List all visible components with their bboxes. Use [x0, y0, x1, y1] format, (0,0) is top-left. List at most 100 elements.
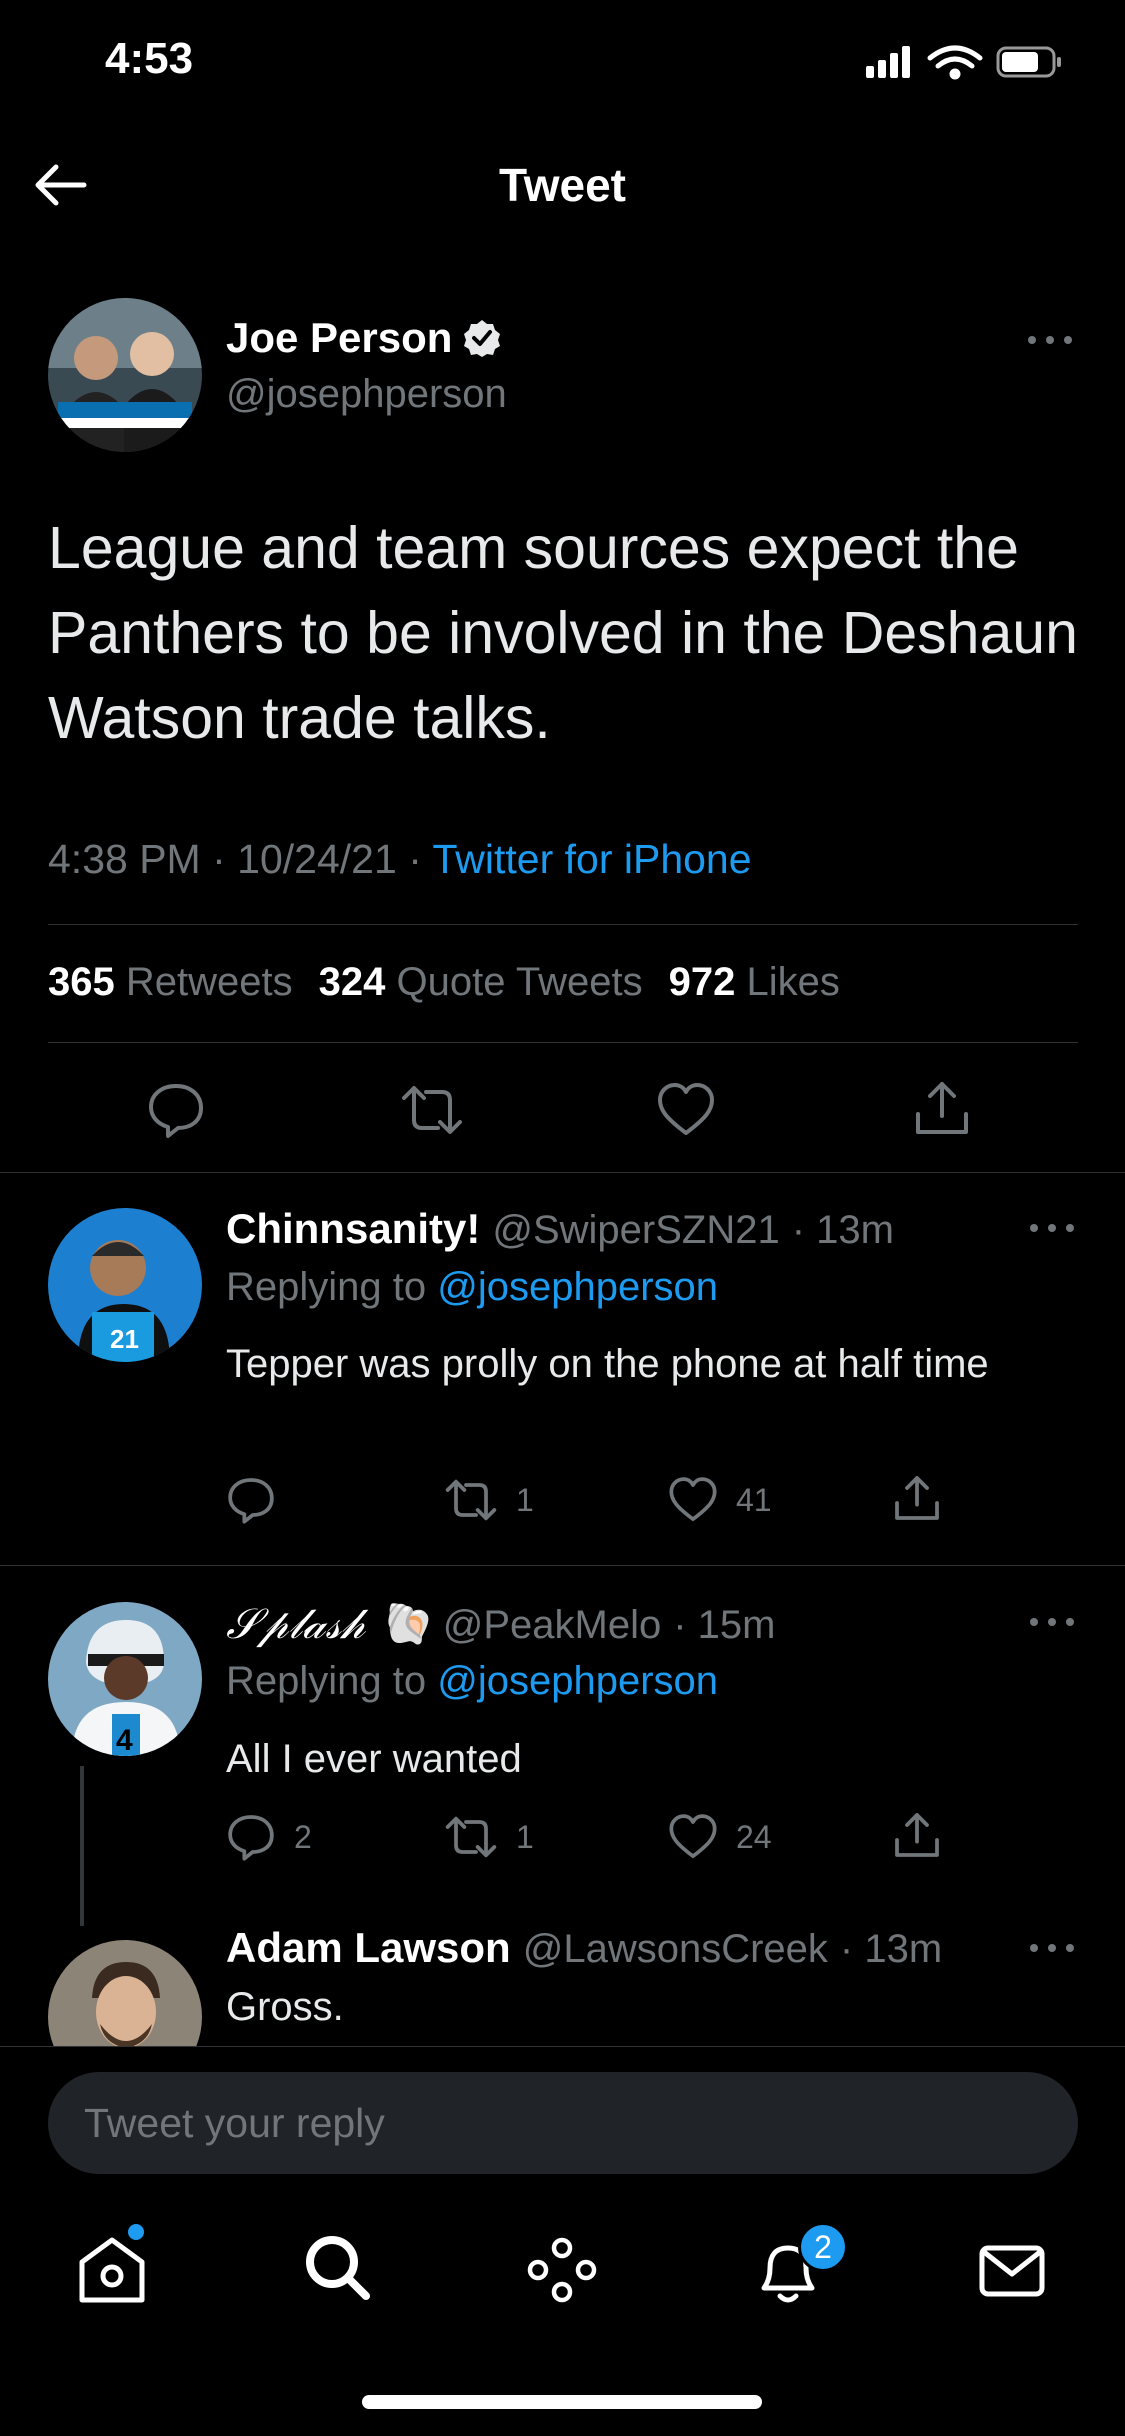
replying-to-prefix: Replying to [226, 1659, 427, 1703]
reply-text: All I ever wanted [226, 1737, 522, 1781]
nav-home[interactable] [72, 2230, 152, 2310]
wifi-icon [927, 45, 983, 80]
retweets-label: Retweets [125, 960, 293, 1004]
divider [0, 1565, 1125, 1566]
notification-badge: 2 [798, 2222, 848, 2272]
quote-tweets-label: Quote Tweets [396, 960, 643, 1004]
retweet-count: 1 [516, 1818, 534, 1855]
share-button[interactable] [912, 1078, 972, 1138]
reply-author-name[interactable]: Chinnsanity! [226, 1205, 480, 1253]
retweet-icon [402, 1086, 462, 1134]
cellular-signal-icon [866, 46, 910, 78]
replying-to: Replying to @josephperson [226, 1659, 718, 1704]
replying-to-prefix: Replying to [226, 1265, 427, 1309]
reply-clip: Adam Lawson @LawsonsCreek · 13m Gross. [0, 1930, 1125, 2046]
replying-to-handle[interactable]: @josephperson [437, 1265, 718, 1309]
replying-to: Replying to @josephperson [226, 1265, 718, 1310]
retweets-count: 365 [48, 960, 115, 1004]
reply-avatar[interactable]: 4 [48, 1602, 202, 1756]
likes-label: Likes [746, 960, 840, 1004]
status-icons [860, 40, 1070, 84]
likes-stat[interactable]: 972 Likes [669, 960, 840, 1005]
thread-line [80, 1766, 84, 1926]
retweet-button[interactable] [400, 1080, 462, 1140]
reply-count: 2 [294, 1818, 312, 1855]
tweet-source-link[interactable]: Twitter for iPhone [433, 836, 752, 882]
reply-author-handle[interactable]: @SwiperSZN21 [492, 1208, 779, 1253]
reply-retweet-button[interactable]: 1 [444, 1812, 534, 1862]
author-name-text: Joe Person [226, 314, 453, 361]
reply-avatar[interactable] [48, 1940, 202, 2046]
battery-icon [996, 46, 1061, 78]
reply-author-name[interactable]: 𝒮𝓅𝓁𝒶𝓈𝒽 🐚 [226, 1599, 431, 1649]
more-options-icon[interactable] [1022, 1938, 1082, 1958]
more-options-icon[interactable] [1020, 330, 1080, 350]
reply-text: Gross. [226, 1985, 344, 2029]
tweet-time: 4:38 PM [48, 836, 201, 882]
reply-icon [149, 1084, 203, 1138]
reply-header: Chinnsanity! @SwiperSZN21 · 13m [226, 1205, 894, 1253]
reply-share-button[interactable] [892, 1473, 942, 1523]
reply-like-button[interactable]: 41 [668, 1475, 772, 1525]
likes-count: 972 [668, 960, 736, 1004]
heart-icon [658, 1083, 714, 1135]
reply-button[interactable] [146, 1080, 206, 1140]
replying-to-handle[interactable]: @josephperson [437, 1659, 718, 1703]
author-name[interactable]: Joe Person [226, 314, 502, 362]
tweet-meta: 4:38 PM · 10/24/21 · Twitter for iPhone [48, 836, 752, 883]
retweet-icon [445, 1479, 497, 1521]
reply-like-button[interactable]: 24 [668, 1812, 772, 1862]
divider [0, 1172, 1125, 1173]
divider [48, 1042, 1078, 1043]
reply-share-button[interactable] [892, 1810, 942, 1860]
nav-search[interactable] [298, 2228, 378, 2308]
svg-text:21: 21 [110, 1324, 139, 1354]
reply-author-handle[interactable]: @PeakMelo [443, 1603, 661, 1648]
home-indicator [362, 2395, 762, 2409]
tweet-stats: 365 Retweets 324 Quote Tweets 972 Likes [48, 960, 840, 1005]
reply-time: · 13m [791, 1208, 894, 1252]
more-options-icon[interactable] [1022, 1218, 1082, 1238]
reply-author-handle[interactable]: @LawsonsCreek [523, 1930, 828, 1972]
meta-separator: · [408, 836, 422, 882]
tweet-text: League and team sources expect the Panth… [48, 515, 1078, 751]
tweet-date: 10/24/21 [237, 836, 397, 882]
retweets-stat[interactable]: 365 Retweets [48, 960, 293, 1005]
reply-header: Adam Lawson @LawsonsCreek · 13m [226, 1930, 942, 1972]
svg-text:4: 4 [116, 1724, 133, 1756]
meta-separator: · [212, 836, 226, 882]
divider [48, 924, 1078, 925]
reply-retweet-button[interactable]: 1 [444, 1475, 534, 1525]
more-options-icon[interactable] [1022, 1612, 1082, 1632]
nav-messages[interactable] [972, 2230, 1052, 2310]
reply-header: 𝒮𝓅𝓁𝒶𝓈𝒽 🐚 @PeakMelo · 15m [226, 1599, 775, 1649]
author-avatar[interactable] [48, 298, 202, 452]
heart-icon [669, 1814, 717, 1859]
divider [0, 2046, 1125, 2047]
reply-icon [228, 1478, 274, 1524]
home-icon [79, 2237, 145, 2303]
reply-compose-input[interactable] [48, 2072, 1078, 2174]
home-unread-dot [128, 2224, 144, 2240]
heart-icon [669, 1477, 717, 1522]
quote-tweets-stat[interactable]: 324 Quote Tweets [319, 960, 643, 1005]
share-icon [916, 1082, 968, 1134]
status-time: 4:53 [105, 34, 194, 83]
author-handle[interactable]: @josephperson [226, 372, 507, 417]
reply-text: Tepper was prolly on the phone at half t… [226, 1342, 989, 1386]
reply-reply-button[interactable]: 2 [226, 1812, 312, 1862]
share-icon [895, 1476, 939, 1520]
quote-tweets-count: 324 [318, 960, 386, 1004]
messages-icon [979, 2245, 1045, 2297]
search-icon [306, 2236, 370, 2300]
page-title: Tweet [499, 159, 626, 211]
like-count: 41 [736, 1481, 772, 1518]
reply-icon [228, 1815, 274, 1861]
reply-avatar[interactable]: 21 [48, 1208, 202, 1362]
reply-author-name[interactable]: Adam Lawson [226, 1930, 511, 1972]
share-icon [895, 1813, 939, 1857]
nav-spaces[interactable] [522, 2230, 602, 2310]
reply-reply-button[interactable] [226, 1475, 294, 1525]
verified-badge-icon [464, 320, 501, 357]
like-button[interactable] [656, 1080, 716, 1140]
